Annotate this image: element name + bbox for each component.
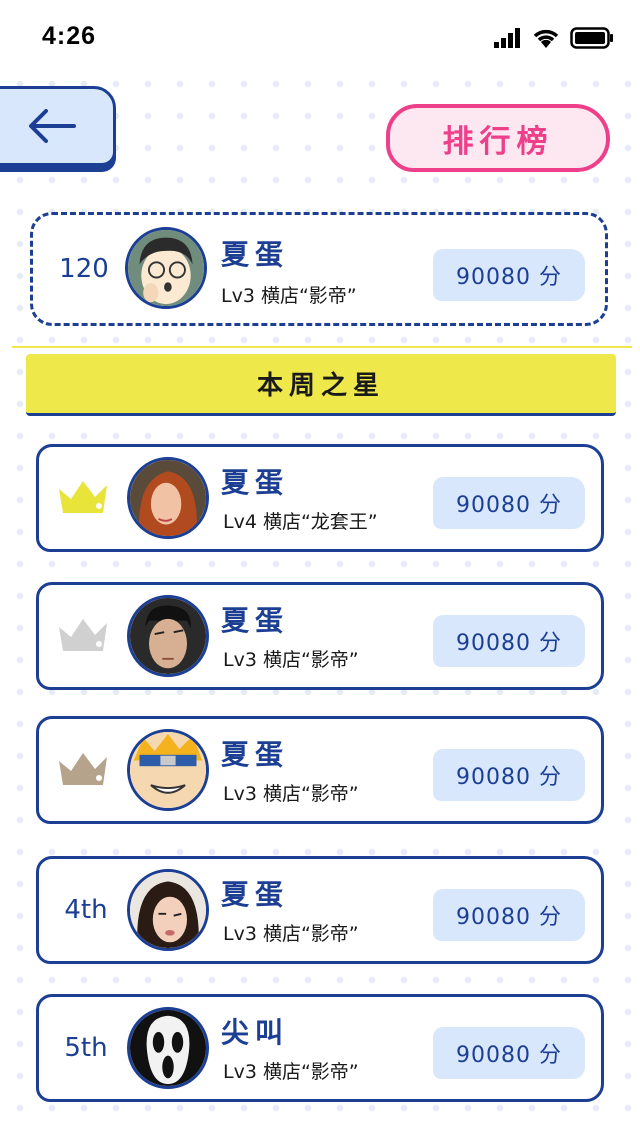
rank-number: 5th [64,1033,108,1063]
wifi-icon [533,29,559,48]
rank-card[interactable]: 夏蛋 Lv3 横店“影帝” 90080 分 [36,716,604,824]
my-name: 夏蛋 [221,238,290,271]
avatar[interactable] [127,595,209,677]
score-badge: 90080 分 [433,1027,585,1079]
silver-crown-icon [59,619,107,651]
status-icons [494,24,614,52]
my-score-badge: 90080 分 [433,249,585,301]
banner-decoration-line [12,346,632,348]
back-button[interactable] [0,86,116,166]
my-level: Lv3 横店“影帝” [221,285,357,307]
my-rank-card[interactable]: 120 夏蛋 Lv3 横店“影帝” 90080 分 [30,212,608,326]
signal-icon [494,28,520,48]
player-level: Lv3 横店“影帝” [223,649,359,671]
status-time: 4:26 [42,22,97,50]
battery-icon [570,27,613,49]
my-rank-number: 120 [59,254,109,284]
weekly-star-banner: 本周之星 [26,354,616,416]
status-bar: 4:26 [0,0,640,74]
avatar[interactable] [127,1007,209,1089]
player-name: 夏蛋 [221,466,290,499]
avatar[interactable] [127,457,209,539]
rank-card[interactable]: 夏蛋 Lv4 横店“龙套王” 90080 分 [36,444,604,552]
player-name: 夏蛋 [221,878,290,911]
leaderboard-button[interactable]: 排行榜 [386,104,610,172]
player-name: 夏蛋 [221,604,290,637]
score-badge: 90080 分 [433,477,585,529]
rank-card[interactable]: 4th 夏蛋 Lv3 横店“影帝” 90080 分 [36,856,604,964]
avatar[interactable] [127,869,209,951]
rank-number: 4th [64,895,108,925]
bronze-crown-icon [59,753,107,785]
gold-crown-icon [59,481,107,513]
player-name: 夏蛋 [221,738,290,771]
back-arrow-icon [29,109,76,143]
score-badge: 90080 分 [433,615,585,667]
rank-card[interactable]: 5th 尖叫 Lv3 横店“影帝” 90080 分 [36,994,604,1102]
avatar[interactable] [127,729,209,811]
player-level: Lv4 横店“龙套王” [223,511,378,533]
player-level: Lv3 横店“影帝” [223,923,359,945]
rank-card[interactable]: 夏蛋 Lv3 横店“影帝” 90080 分 [36,582,604,690]
player-level: Lv3 横店“影帝” [223,783,359,805]
avatar[interactable] [125,227,207,309]
player-level: Lv3 横店“影帝” [223,1061,359,1083]
score-badge: 90080 分 [433,749,585,801]
player-name: 尖叫 [221,1016,290,1049]
score-badge: 90080 分 [433,889,585,941]
